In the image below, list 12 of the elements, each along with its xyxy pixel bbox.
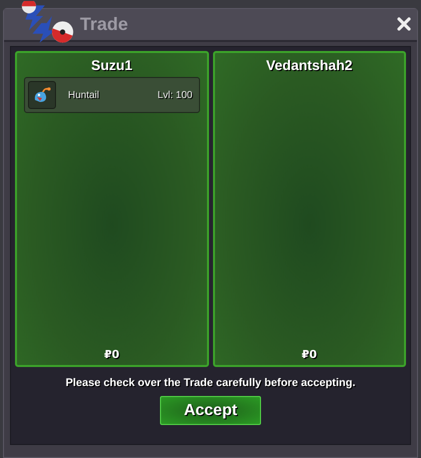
money-amount: ₽0 bbox=[300, 348, 318, 361]
warning-message: Please check over the Trade carefully before accepting. bbox=[66, 377, 356, 389]
window-title: Trade bbox=[80, 14, 128, 35]
trader-name: Suzu1 bbox=[90, 57, 134, 73]
item-name: Huntail bbox=[68, 90, 100, 100]
close-icon[interactable] bbox=[397, 17, 411, 31]
money-amount: ₽0 bbox=[103, 348, 120, 361]
creature-icon bbox=[28, 81, 56, 109]
offered-item[interactable]: Huntail Lvl: 100 bbox=[24, 77, 200, 113]
accept-button[interactable]: Accept bbox=[160, 396, 261, 425]
item-level: Lvl: 100 bbox=[157, 90, 192, 100]
trader-name: Vedantshah2 bbox=[265, 57, 354, 73]
